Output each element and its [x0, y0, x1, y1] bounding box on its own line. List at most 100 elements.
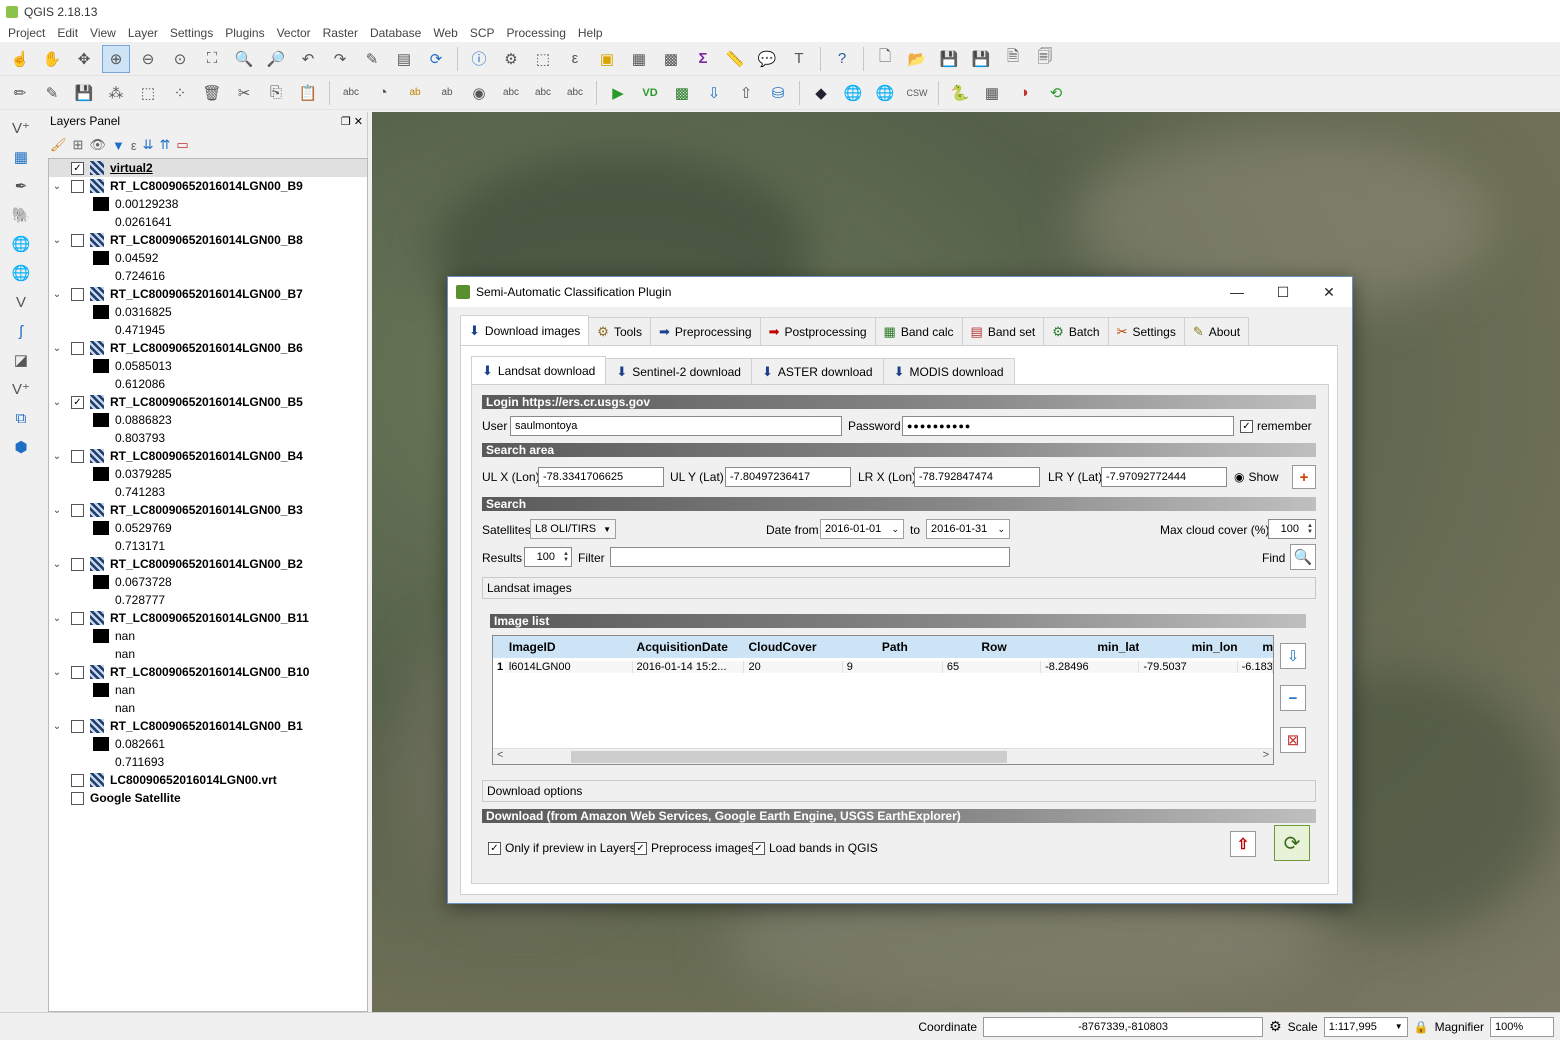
filter-field[interactable] [610, 547, 1010, 567]
measure-icon[interactable]: 📏 [721, 45, 749, 73]
scroll-right-icon[interactable]: > [1263, 749, 1269, 761]
scp-spectral-icon[interactable]: ◑ [1010, 79, 1038, 107]
ulx-field[interactable]: -78.3341706625 [538, 467, 664, 487]
chevron-down-icon[interactable]: ⌄ [49, 559, 65, 570]
chevron-down-icon[interactable]: ⌄ [49, 613, 65, 624]
subtab-modis-download[interactable]: ⬇ MODIS download [882, 358, 1015, 384]
date-from-field[interactable]: 2016-01-01 ⌄ [820, 519, 904, 539]
lrx-field[interactable]: -78.792847474 [914, 467, 1040, 487]
cut-features-icon[interactable]: ✂ [230, 79, 258, 107]
scp-database-icon[interactable]: ⛁ [764, 79, 792, 107]
layer-visibility-checkbox[interactable] [71, 611, 84, 625]
zoom-layer-icon[interactable]: 🔎 [262, 45, 290, 73]
open-project-icon[interactable]: 📂 [903, 45, 931, 73]
layer-diagram-icon[interactable]: ◔ [369, 79, 397, 107]
style-manager-icon[interactable]: 🖌 [50, 137, 67, 153]
map-tips-icon[interactable]: 💬 [753, 45, 781, 73]
zoom-last-icon[interactable]: ↶ [294, 45, 322, 73]
chevron-down-icon[interactable]: ⌄ [49, 181, 65, 192]
download-options-group[interactable]: Download options [482, 780, 1316, 802]
load-bands-checkbox[interactable]: ✓ Load bands in QGIS [752, 841, 878, 855]
menu-item-plugins[interactable]: Plugins [219, 26, 270, 40]
coordinate-field[interactable]: -8767339,-810803 [983, 1016, 1264, 1037]
menu-item-edit[interactable]: Edit [51, 26, 84, 40]
select-value-icon[interactable]: ε [561, 45, 589, 73]
zoom-in-icon[interactable]: ⊕ [102, 44, 130, 73]
tab-tools[interactable]: ⚙ Tools [588, 317, 651, 345]
layer-visibility-checkbox[interactable] [71, 665, 84, 679]
scp-cycle-icon[interactable]: ⟲ [1042, 79, 1070, 107]
tab-download-images[interactable]: ⬇ Download images [460, 315, 590, 345]
password-field[interactable]: ●●●●●●●●●● [902, 416, 1234, 436]
chevron-down-icon[interactable]: ⌄ [49, 721, 65, 732]
statistics-icon[interactable]: Σ [689, 45, 717, 73]
identify-icon[interactable]: ⓘ [465, 45, 493, 73]
pan-icon[interactable]: ✋ [38, 45, 66, 73]
table-cell[interactable]: 9 [842, 661, 943, 673]
collapse-all-icon[interactable]: ⇈ [160, 137, 171, 153]
menu-item-layer[interactable]: Layer [122, 26, 164, 40]
tab-postprocessing[interactable]: ➡ Postprocessing [759, 317, 876, 345]
table-cell[interactable]: 2016-01-14 15:2... [632, 661, 745, 673]
layer-row[interactable]: LC80090652016014LGN00.vrt [49, 771, 367, 789]
clear-table-button[interactable]: ⊠ [1280, 727, 1306, 753]
column-header[interactable]: AcquisitionDate [633, 640, 745, 654]
subtab-sentinel-2-download[interactable]: ⬇ Sentinel-2 download [605, 358, 752, 384]
show-hide-labels-icon[interactable]: ◉ [465, 79, 493, 107]
zoom-full-icon[interactable]: ⛶ [198, 45, 226, 73]
menu-item-vector[interactable]: Vector [271, 26, 317, 40]
layer-visibility-checkbox[interactable]: ✓ [71, 395, 84, 409]
scale-combo[interactable]: 1:117,995 ▼ [1323, 1016, 1408, 1037]
layer-row[interactable]: ⌄ ✓ RT_LC80090652016014LGN00_B5 [49, 393, 367, 411]
toggle-editing-icon[interactable]: ✎ [38, 79, 66, 107]
scp-upload-icon[interactable]: ⇧ [732, 79, 760, 107]
layer-visibility-checkbox[interactable] [71, 287, 84, 301]
column-header[interactable]: m [1238, 640, 1273, 654]
zoom-selection-icon[interactable]: 🔍 [230, 45, 258, 73]
action-icon[interactable]: ⚙ [497, 45, 525, 73]
table-cell[interactable]: 20 [744, 661, 843, 673]
node-tool-icon[interactable]: ⁘ [166, 79, 194, 107]
run-download-button[interactable]: ⟳ [1274, 825, 1310, 861]
text-annotation-icon[interactable]: T [785, 45, 813, 73]
pin-labels-icon[interactable]: ab [433, 79, 461, 107]
layer-row[interactable]: ✓ virtual2 [49, 159, 367, 177]
save-project-icon[interactable]: 💾 [935, 45, 963, 73]
move-feature-icon[interactable]: ⬚ [134, 79, 162, 107]
panel-float-close-icon[interactable]: ❐ ✕ [341, 115, 363, 128]
chevron-down-icon[interactable]: ⌄ [49, 235, 65, 246]
chevron-down-icon[interactable]: ⌄ [49, 343, 65, 354]
column-header[interactable]: Path [843, 640, 943, 654]
crs-toggle-icon[interactable]: ⚙ [1269, 1018, 1282, 1035]
filter-expression-icon[interactable]: ε [131, 138, 137, 153]
layer-row[interactable]: ⌄ RT_LC80090652016014LGN00_B8 [49, 231, 367, 249]
show-radio[interactable]: ◉ Show [1234, 470, 1279, 484]
remove-row-button[interactable]: − [1280, 685, 1306, 711]
table-cell[interactable]: 65 [942, 661, 1042, 673]
minimize-icon[interactable]: — [1214, 277, 1260, 307]
horizontal-scrollbar[interactable]: < > [493, 748, 1273, 764]
layer-row[interactable]: ⌄ RT_LC80090652016014LGN00_B11 [49, 609, 367, 627]
save-as-icon[interactable]: 💾 [967, 45, 995, 73]
menu-item-settings[interactable]: Settings [164, 26, 219, 40]
wms-globe-icon[interactable]: 🌐 [839, 79, 867, 107]
bookmarks-icon[interactable]: ▤ [390, 45, 418, 73]
add-delimited-text-icon[interactable]: ✒ [6, 173, 36, 199]
layer-row[interactable]: ⌄ RT_LC80090652016014LGN00_B7 [49, 285, 367, 303]
max-cloud-spinbox[interactable]: 100 [1268, 519, 1316, 539]
chevron-down-icon[interactable]: ⌄ [49, 451, 65, 462]
layer-visibility-checkbox[interactable] [71, 791, 84, 805]
add-group-icon[interactable]: ⊞ [73, 137, 84, 153]
tab-preprocessing[interactable]: ➡ Preprocessing [649, 317, 761, 345]
layer-row[interactable]: ⌄ RT_LC80090652016014LGN00_B4 [49, 447, 367, 465]
scp-zoom-icon[interactable]: ◆ [807, 79, 835, 107]
layer-visibility-checkbox[interactable] [71, 449, 84, 463]
save-edits-icon[interactable]: 💾 [70, 79, 98, 107]
paste-features-icon[interactable]: 📋 [294, 79, 322, 107]
subtab-landsat-download[interactable]: ⬇ Landsat download [471, 356, 607, 384]
add-oracle-icon[interactable]: ⬢ [6, 434, 36, 460]
scp-vd-icon[interactable]: VD [636, 79, 664, 107]
layer-visibility-checkbox[interactable] [71, 341, 84, 355]
rotate-label-icon[interactable]: abc [529, 79, 557, 107]
tab-settings[interactable]: ✂ Settings [1107, 317, 1185, 345]
